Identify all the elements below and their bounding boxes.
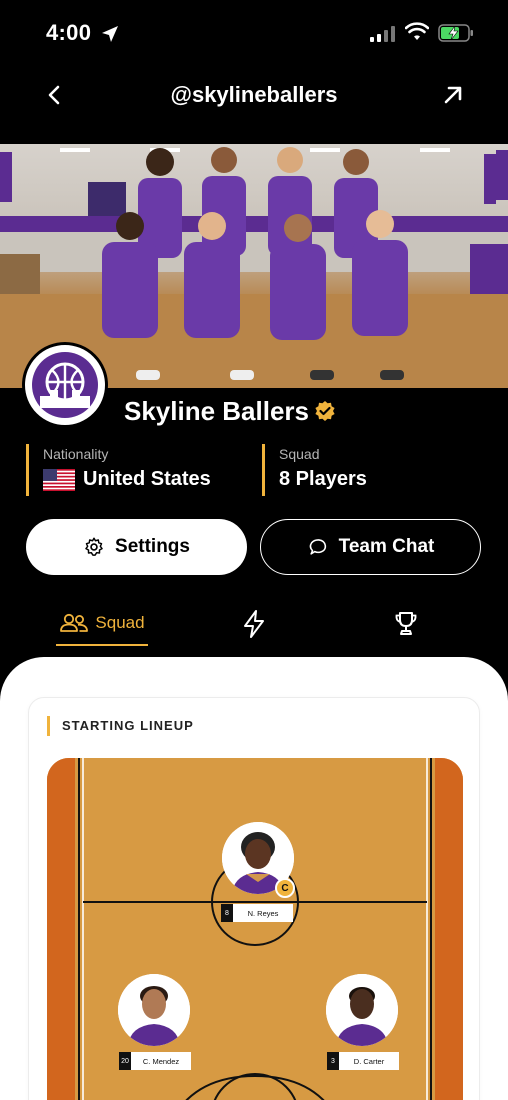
player-portrait	[118, 974, 190, 1046]
verified-badge-icon	[315, 401, 335, 421]
settings-button[interactable]: Settings	[26, 519, 247, 575]
nationality-stat: Nationality United States	[26, 444, 246, 496]
tab-squad-label: Squad	[95, 613, 145, 632]
squad-stat: Squad 8 Players	[262, 444, 482, 496]
team-chat-button[interactable]: Team Chat	[260, 519, 481, 575]
team-name: Skyline Ballers	[124, 396, 309, 426]
share-arrow-icon[interactable]	[440, 82, 466, 108]
player-portrait	[326, 974, 398, 1046]
starting-lineup-title: STARTING LINEUP	[47, 716, 194, 736]
users-icon	[60, 613, 89, 632]
player-number: 8	[221, 904, 233, 922]
wifi-icon	[405, 22, 429, 40]
basketball-court: C 8 N. Reyes 20 C. Mendez 3 D. Carter	[47, 758, 463, 1100]
basketball-logo-icon	[32, 352, 98, 418]
trophy-icon	[395, 612, 417, 635]
court-lines	[47, 758, 463, 1100]
nationality-value: United States	[83, 468, 211, 490]
starting-lineup-card: STARTING LINEUP C 8 N. Reyes 20 C. Mende…	[28, 697, 480, 1100]
player-name: D. Carter	[339, 1052, 399, 1070]
profile-tabs: Squad	[0, 596, 508, 648]
chat-bubble-icon	[309, 539, 326, 555]
player-tag: 8 N. Reyes	[221, 904, 293, 922]
tab-squad[interactable]: Squad	[56, 602, 148, 646]
player-name: N. Reyes	[233, 904, 293, 922]
player-tag: 20 C. Mendez	[119, 1052, 191, 1070]
cellular-signal-icon	[370, 26, 395, 42]
team-logo	[22, 342, 108, 428]
page-title: @skylineballers	[170, 82, 338, 107]
squad-label: Squad	[279, 446, 320, 462]
team-chat-button-label: Team Chat	[338, 536, 435, 557]
us-flag-icon	[43, 468, 75, 491]
player-number: 3	[327, 1052, 339, 1070]
player-number: 20	[119, 1052, 131, 1070]
squad-value: 8 Players	[279, 468, 367, 490]
content-sheet: STARTING LINEUP C 8 N. Reyes 20 C. Mende…	[0, 657, 508, 1100]
player-card[interactable]	[115, 974, 193, 1046]
player-tag: 3 D. Carter	[327, 1052, 399, 1070]
location-arrow-icon	[102, 26, 118, 42]
player-card[interactable]	[323, 974, 401, 1046]
gear-icon	[85, 537, 103, 556]
tab-activity[interactable]	[236, 602, 272, 646]
captain-badge: C	[275, 878, 295, 898]
battery-charging-icon	[438, 24, 473, 42]
player-name: C. Mendez	[131, 1052, 191, 1070]
settings-button-label: Settings	[115, 536, 190, 557]
nav-header: @skylineballers	[0, 66, 508, 126]
tab-trophy[interactable]	[388, 602, 424, 646]
status-bar: 4:00	[0, 0, 508, 66]
status-time: 4:00	[46, 20, 92, 45]
nationality-label: Nationality	[43, 446, 109, 462]
lightning-icon	[244, 610, 264, 638]
